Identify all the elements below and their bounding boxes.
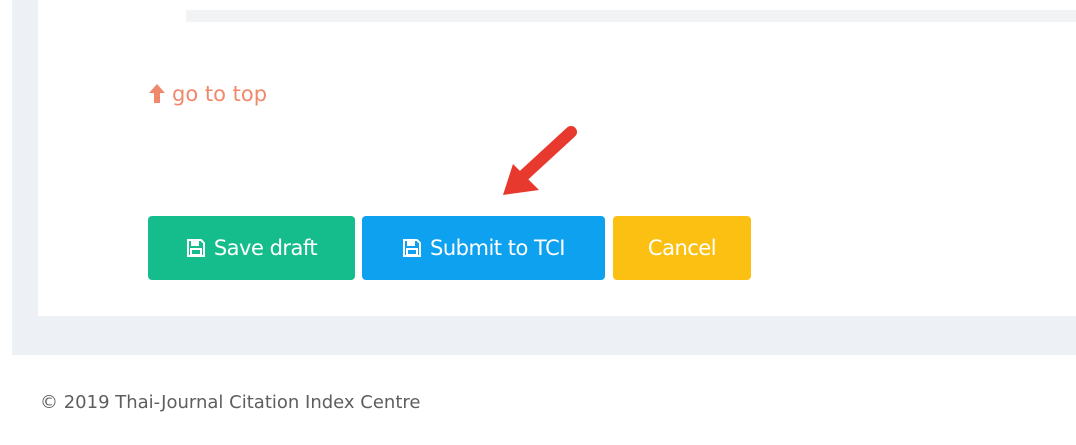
save-draft-label: Save draft: [213, 236, 318, 260]
left-gutter: [0, 0, 12, 355]
floppy-disk-icon: [402, 238, 422, 258]
submit-to-tci-label: Submit to TCI: [430, 236, 565, 260]
annotation-arrow-icon: [503, 126, 577, 195]
go-to-top-link[interactable]: go to top: [148, 82, 267, 106]
cancel-label: Cancel: [647, 236, 717, 260]
save-draft-button[interactable]: Save draft: [148, 216, 355, 280]
cancel-button[interactable]: Cancel: [613, 216, 751, 280]
arrow-up-icon: [148, 83, 166, 105]
footer-copyright: © 2019 Thai-Journal Citation Index Centr…: [40, 392, 421, 413]
floppy-disk-icon: [186, 238, 206, 258]
go-to-top-label: go to top: [172, 82, 268, 106]
submit-to-tci-button[interactable]: Submit to TCI: [362, 216, 605, 280]
section-divider: [186, 10, 1076, 22]
